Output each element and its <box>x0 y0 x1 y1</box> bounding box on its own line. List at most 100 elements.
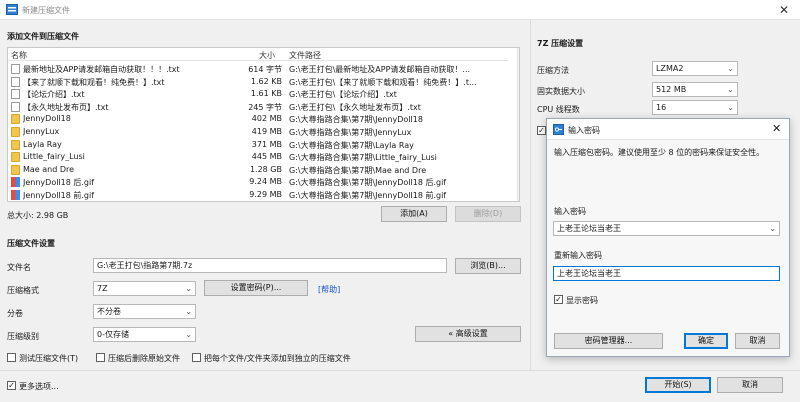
method-label: 压缩方法 <box>537 66 569 75</box>
chevron-down-icon: ⌄ <box>185 307 192 316</box>
file-path: G:\大尊指路合集\第7期\JennyDoll18 前.gif <box>289 191 447 200</box>
file-size: 9.29 MB <box>249 190 282 199</box>
column-header-size[interactable]: 大小 <box>259 50 275 61</box>
file-size: 1.62 KB <box>250 76 282 86</box>
archive-app-icon <box>6 4 18 15</box>
format-select[interactable]: 7Z ⌄ <box>93 281 196 296</box>
confirm-password-input[interactable]: 上老王论坛当老王 <box>553 266 780 281</box>
file-path: G:\大尊指路合集\第7期\Mae and Dre <box>289 165 427 175</box>
password-dialog-titlebar: 输入密码 ✕ <box>547 119 789 140</box>
more-options-checkbox[interactable]: ✓ <box>7 381 16 390</box>
level-select[interactable]: 0-仅存储 ⌄ <box>93 327 196 342</box>
confirm-password-label: 重新输入密码 <box>554 251 602 260</box>
show-password-checkbox[interactable]: ✓ <box>554 295 563 304</box>
threads-select[interactable]: 16 ⌄ <box>652 100 738 115</box>
file-size: 9.24 MB <box>249 177 282 187</box>
threads-value: 16 <box>656 103 667 112</box>
image-file-icon <box>11 190 20 200</box>
format-value: 7Z <box>97 284 108 293</box>
password-dialog-body: 输入压缩包密码。建议使用至少 8 位的密码来保证安全性。 输入密码 上老王论坛当… <box>547 140 789 356</box>
advanced-settings-button[interactable]: « 高级设置 <box>415 326 521 342</box>
file-row[interactable]: 【永久地址发布页】.txt 245 字节 G:\老王打包\【永久地址发布页】.txt <box>8 101 508 113</box>
column-header-name[interactable]: 名称 <box>11 50 27 61</box>
file-row[interactable]: Layla Ray 371 MB G:\大尊指路合集\第7期\Layla Ray <box>8 139 508 151</box>
solid-checkbox[interactable]: ✓ <box>537 126 546 135</box>
file-name: 【来了就顺下载和观看！纯免费！】.txt <box>23 77 165 87</box>
file-row[interactable]: JennyLux 419 MB G:\大尊指路合集\第7期\JennyLux <box>8 126 508 138</box>
show-password-label: 显示密码 <box>566 296 598 305</box>
file-size: 402 MB <box>251 114 282 124</box>
file-row[interactable]: JennyDoll18 前.gif 9.29 MB G:\大尊指路合集\第7期\Je… <box>8 189 508 201</box>
column-header-path[interactable]: 文件路径 <box>289 50 321 61</box>
password-value: 上老王论坛当老王 <box>557 224 621 233</box>
settings-section-title: 压缩文件设置 <box>7 239 55 248</box>
scrollbar-thumb[interactable] <box>519 66 520 166</box>
file-name: 【永久地址发布页】.txt <box>23 102 109 112</box>
folder-icon <box>11 164 20 175</box>
file-name: JennyDoll18 后.gif <box>23 178 95 188</box>
password-hint: 输入压缩包密码。建议使用至少 8 位的密码来保证安全性。 <box>554 148 765 157</box>
file-row[interactable]: Mae and Dre 1.28 GB G:\大尊指路合集\第7期\Mae and … <box>8 164 508 176</box>
file-name: 【论坛介绍】.txt <box>23 90 85 100</box>
method-value: LZMA2 <box>656 64 684 73</box>
dictionary-select[interactable]: 512 MB ⌄ <box>652 82 738 97</box>
file-name: JennyLux <box>23 127 60 136</box>
format-label: 压缩格式 <box>7 286 39 295</box>
dialog-close-icon[interactable]: ✕ <box>772 122 781 135</box>
file-row[interactable]: 【来了就顺下载和观看！纯免费！】.txt 1.62 KB G:\老王打包\【来了就顺… <box>8 76 508 88</box>
file-row[interactable]: JennyDoll18 后.gif 9.24 MB G:\大尊指路合集\第7期\Je… <box>8 176 508 188</box>
folder-icon <box>11 127 20 137</box>
chevron-down-icon: ⌄ <box>769 224 776 233</box>
start-button[interactable]: 开始(S) <box>645 377 711 393</box>
file-row[interactable]: 【论坛介绍】.txt 1.61 KB G:\老王打包\【论坛介绍】.txt <box>8 88 508 100</box>
set-password-button[interactable]: 设置密码(P)... <box>204 280 308 296</box>
each-file-checkbox[interactable] <box>192 353 201 362</box>
test-archive-checkbox[interactable] <box>7 353 16 362</box>
file-name: Mae and Dre <box>23 164 75 174</box>
text-file-icon <box>11 64 20 74</box>
file-size: 245 字节 <box>248 102 282 112</box>
folder-icon <box>11 152 20 163</box>
file-row[interactable]: JennyDoll18 402 MB G:\大尊指路合集\第7期\JennyDoll… <box>8 113 508 125</box>
delete-after-checkbox[interactable] <box>96 353 105 362</box>
password-input[interactable]: 上老王论坛当老王 ⌄ <box>553 221 780 236</box>
file-list-header: 名称 大小 文件路径 <box>8 48 508 61</box>
split-label: 分卷 <box>7 309 23 318</box>
file-name: Little_fairy_Lusi <box>23 152 85 162</box>
file-list[interactable]: 名称 大小 文件路径 最新地址及APP请发邮箱自动获取！！！.txt 614 字节… <box>7 47 520 202</box>
dialog-ok-button[interactable]: 确定 <box>684 333 728 349</box>
file-size: 1.28 GB <box>249 164 282 174</box>
split-select[interactable]: 不分卷 ⌄ <box>93 304 196 319</box>
method-select[interactable]: LZMA2 ⌄ <box>652 61 738 76</box>
folder-icon <box>11 139 20 150</box>
password-label: 输入密码 <box>554 207 586 216</box>
file-path: G:\大尊指路合集\第7期\JennyDoll18 <box>289 115 423 125</box>
add-button[interactable]: 添加(A) <box>381 206 447 222</box>
folder-icon <box>11 114 20 125</box>
file-name: JennyDoll18 前.gif <box>23 191 95 200</box>
cancel-button[interactable]: 取消 <box>717 377 783 393</box>
file-path: G:\大尊指路合集\第7期\JennyLux <box>289 128 412 137</box>
password-manager-button[interactable]: 密码管理器... <box>554 333 663 349</box>
files-section-title: 添加文件到压缩文件 <box>7 32 79 41</box>
more-options-label: 更多选项... <box>19 382 59 391</box>
file-list-scrollbar[interactable] <box>517 48 520 201</box>
file-size: 371 MB <box>251 139 282 149</box>
test-archive-label: 测试压缩文件(T) <box>19 354 79 363</box>
dialog-cancel-button[interactable]: 取消 <box>735 333 780 349</box>
panel-divider <box>530 20 531 370</box>
file-name: JennyDoll18 <box>23 114 71 124</box>
file-row[interactable]: Little_fairy_Lusi 445 MB G:\大尊指路合集\第7期\Lit… <box>8 151 508 163</box>
chevron-down-icon: ⌄ <box>185 284 192 293</box>
help-link[interactable]: [帮助] <box>318 284 340 295</box>
delete-button[interactable]: 删除(D) <box>455 206 521 222</box>
file-name: 最新地址及APP请发邮箱自动获取！！！.txt <box>23 65 180 74</box>
file-path: G:\老王打包\【来了就顺下载和观看！纯免费！】.t... <box>289 77 477 87</box>
browse-button[interactable]: 浏览(B)... <box>455 258 521 274</box>
window-titlebar: 新建压缩文件 ✕ <box>0 0 800 20</box>
filename-input[interactable]: G:\老王打包\指路第7期.7z <box>93 258 447 273</box>
window-close-icon[interactable]: ✕ <box>776 3 792 17</box>
file-path: G:\老王打包\【永久地址发布页】.txt <box>289 102 421 112</box>
file-row[interactable]: 最新地址及APP请发邮箱自动获取！！！.txt 614 字节 G:\老王打包\最新地… <box>8 63 508 75</box>
password-dialog-title: 输入密码 <box>568 126 600 135</box>
